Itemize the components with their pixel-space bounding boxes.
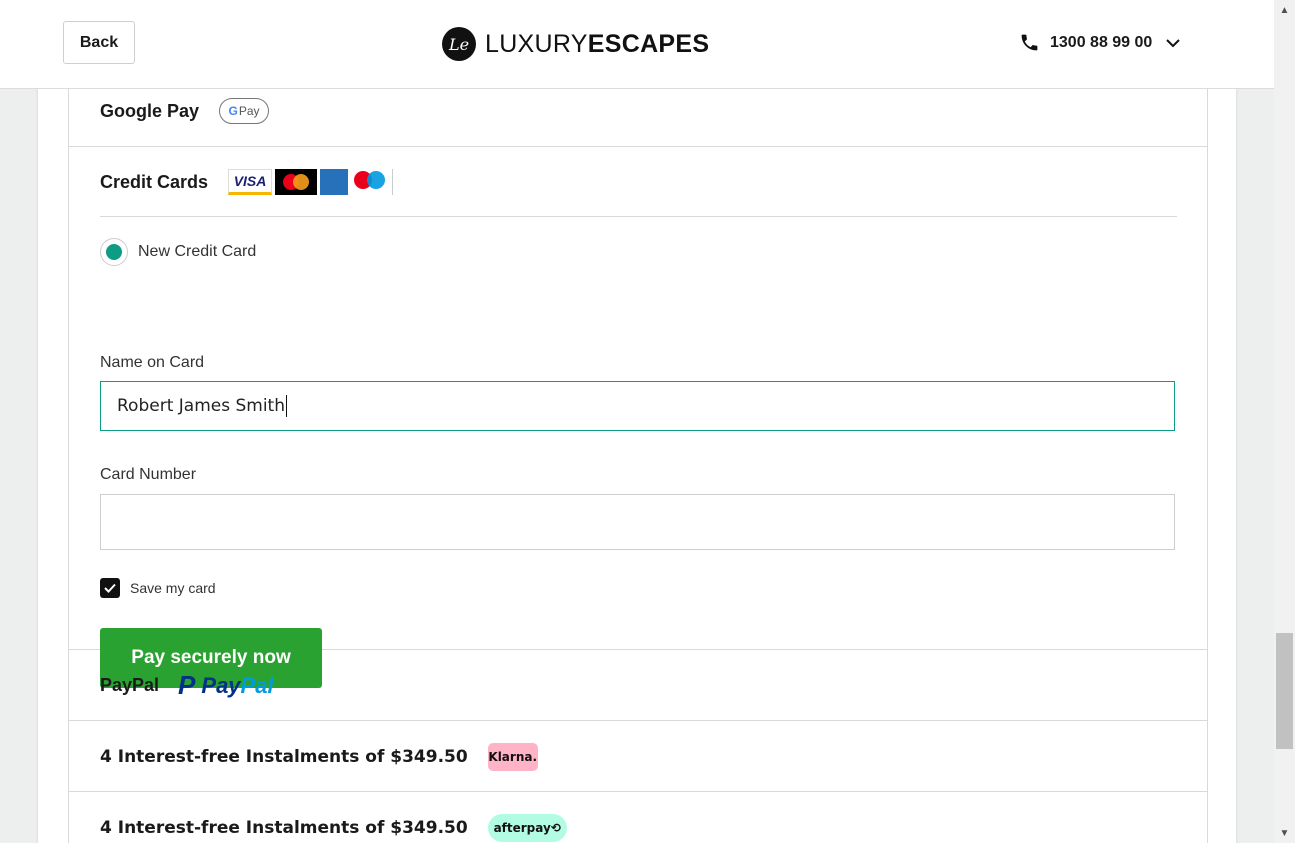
klarna-icon: Klarna. [487, 742, 538, 771]
top-header: Back Le LUXURYESCAPES 1300 88 99 00 [0, 0, 1274, 89]
amex-icon [320, 169, 349, 195]
payment-option-paypal[interactable]: PayPal P Pay Pal [69, 650, 1207, 721]
scroll-down-arrow-icon[interactable]: ▼ [1274, 823, 1295, 843]
scrollbar-thumb[interactable] [1276, 633, 1293, 749]
paypal-logo-pal: Pal [240, 672, 274, 698]
save-card-checkbox[interactable] [100, 578, 120, 598]
name-on-card-value: Robert James Smith [117, 396, 285, 416]
name-on-card-input[interactable]: Robert James Smith [100, 381, 1175, 431]
chevron-down-icon[interactable] [1166, 38, 1181, 48]
checkmark-icon [104, 583, 116, 593]
phone-icon [1021, 34, 1038, 51]
text-caret [285, 395, 287, 417]
visa-icon: VISA [228, 169, 273, 195]
page-viewport: Back Le LUXURYESCAPES 1300 88 99 00 Goog… [0, 0, 1274, 843]
klarna-label: 4 Interest-free Instalments of $349.50 [100, 746, 468, 767]
scroll-up-arrow-icon[interactable]: ▲ [1274, 0, 1295, 20]
vertical-scrollbar[interactable]: ▲ ▼ [1274, 0, 1295, 843]
logo-text-bold: ESCAPES [587, 29, 710, 58]
phone-number: 1300 88 99 00 [1050, 33, 1153, 51]
afterpay-label: 4 Interest-free Instalments of $349.50 [100, 817, 468, 838]
payment-methods-list: Google Pay G Pay Credit Cards VISA New Cr… [68, 88, 1208, 843]
logo-mark-icon: Le [442, 27, 476, 61]
new-credit-card-label: New Credit Card [138, 243, 257, 260]
payment-option-google-pay[interactable]: Google Pay G Pay [69, 88, 1207, 147]
card-number-label: Card Number [100, 466, 197, 483]
new-credit-card-radio[interactable] [100, 238, 128, 266]
phone-contact[interactable]: 1300 88 99 00 [1019, 32, 1190, 53]
payment-option-klarna[interactable]: 4 Interest-free Instalments of $349.50 K… [69, 721, 1207, 792]
credit-cards-header[interactable]: Credit Cards VISA [69, 147, 1207, 217]
save-card-label: Save my card [130, 580, 216, 596]
back-button[interactable]: Back [63, 21, 135, 64]
paypal-logo-icon: P Pay Pal [178, 670, 274, 701]
afterpay-icon: afterpay⟲ [487, 813, 567, 842]
paypal-label: PayPal [100, 675, 160, 695]
radio-selected-dot [106, 244, 122, 260]
card-number-input[interactable] [100, 494, 1175, 550]
logo-text-light: LUXURY [485, 29, 588, 58]
google-pay-header: Google Pay G Pay [69, 88, 1207, 134]
payment-option-afterpay[interactable]: 4 Interest-free Instalments of $349.50 a… [69, 792, 1207, 843]
mastercard-icon [275, 169, 318, 195]
logo-wordmark: LUXURYESCAPES [485, 30, 709, 59]
paypal-logo-pay: Pay [201, 672, 241, 698]
paypal-p-mark: P [178, 670, 196, 700]
new-credit-card-option[interactable]: New Credit Card [100, 238, 256, 266]
klarna-header: 4 Interest-free Instalments of $349.50 K… [69, 721, 1207, 792]
google-pay-label: Google Pay [100, 100, 200, 121]
luxury-escapes-logo[interactable]: Le LUXURYESCAPES [442, 26, 709, 62]
name-on-card-label: Name on Card [100, 354, 205, 371]
section-divider [100, 216, 1177, 217]
google-g-glyph: G [228, 104, 238, 118]
save-card-row[interactable]: Save my card [100, 578, 216, 598]
credit-cards-label: Credit Cards [100, 171, 209, 192]
payment-option-credit-cards: Credit Cards VISA New Credit Card Name o… [69, 147, 1207, 688]
google-pay-icon: G Pay [219, 98, 270, 124]
card-brand-logos: VISA [228, 169, 394, 195]
google-pay-badge-text: Pay [238, 104, 260, 118]
paypal-header: PayPal P Pay Pal [69, 650, 1207, 721]
maestro-icon [351, 169, 394, 195]
afterpay-header: 4 Interest-free Instalments of $349.50 a… [69, 792, 1207, 843]
